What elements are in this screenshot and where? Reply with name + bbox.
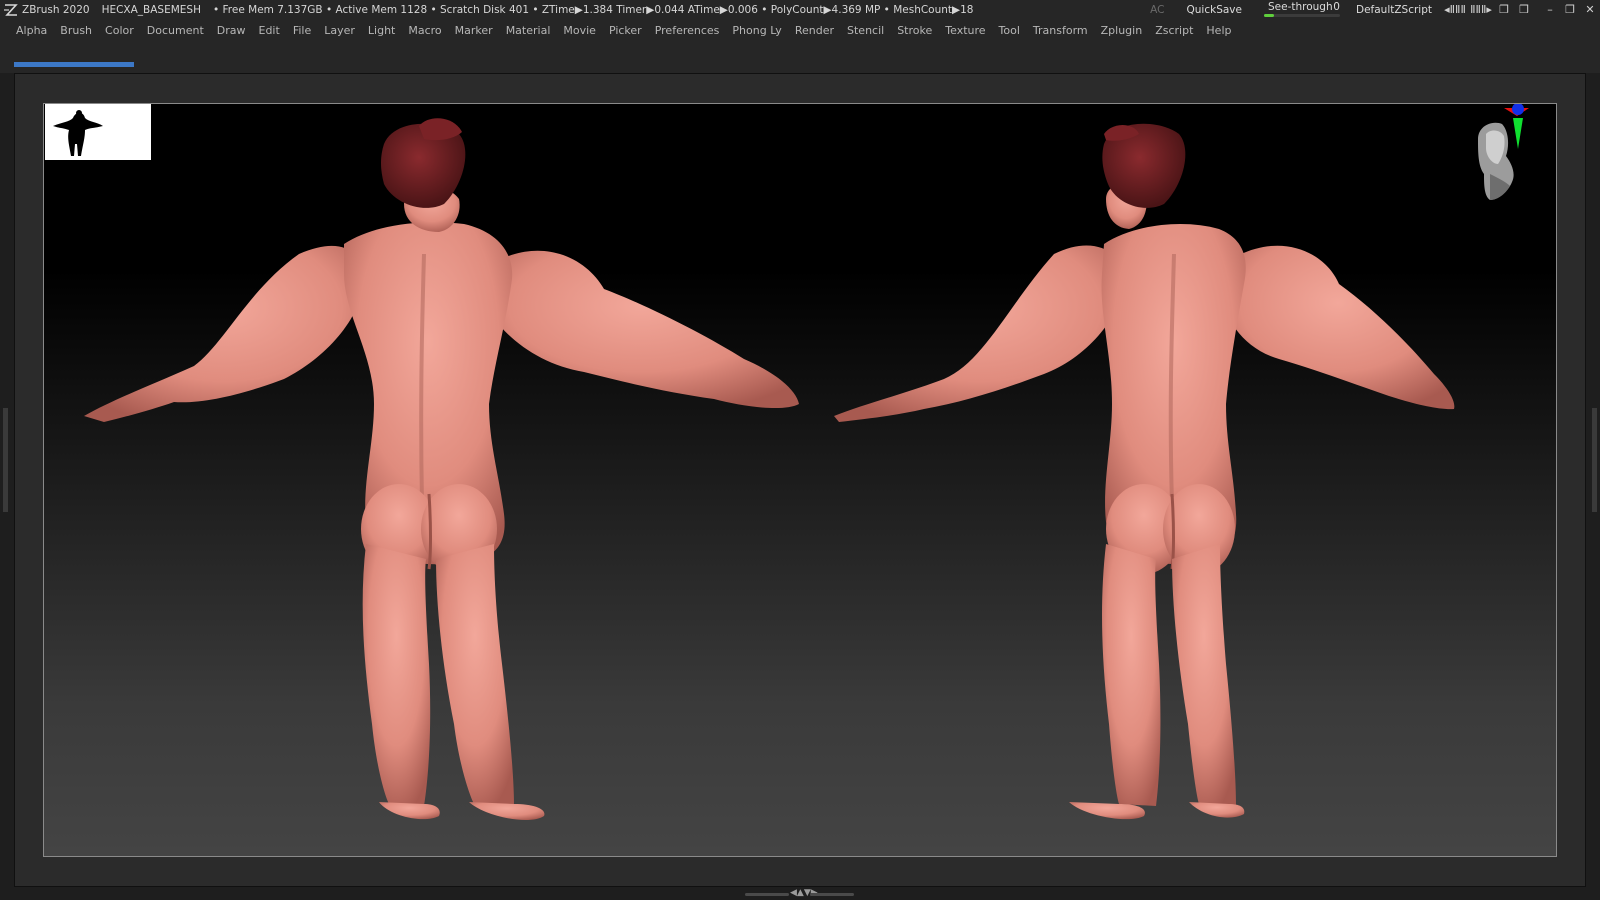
- menu-zscript[interactable]: Zscript: [1155, 24, 1193, 37]
- menu-tool[interactable]: Tool: [999, 24, 1020, 37]
- right-tray-handle[interactable]: [1592, 408, 1597, 512]
- menu-stroke[interactable]: Stroke: [897, 24, 932, 37]
- layout-next-button[interactable]: ⅡⅡⅡ▸: [1468, 0, 1494, 19]
- menu-stencil[interactable]: Stencil: [847, 24, 884, 37]
- model-viewport: [84, 118, 1455, 821]
- menu-material[interactable]: Material: [506, 24, 551, 37]
- see-through-label: See-through: [1267, 1, 1333, 13]
- document-canvas[interactable]: [43, 103, 1557, 857]
- menu-draw[interactable]: Draw: [217, 24, 246, 37]
- menu-alpha[interactable]: Alpha: [16, 24, 47, 37]
- menu-edit[interactable]: Edit: [259, 24, 280, 37]
- see-through-value: 0: [1333, 1, 1340, 13]
- bottom-tray-bar: ◀▲▼▶: [0, 887, 1600, 900]
- menu-phong-ly[interactable]: Phong Ly: [732, 24, 781, 37]
- titlebar-right-controls: AC QuickSave See-through 0 DefaultZScrip…: [1150, 0, 1600, 19]
- bottom-tray-grip-left[interactable]: [745, 893, 789, 896]
- y-axis-icon: [1513, 118, 1523, 149]
- app-name: ZBrush 2020: [22, 3, 90, 16]
- menu-marker[interactable]: Marker: [455, 24, 493, 37]
- menu-texture[interactable]: Texture: [945, 24, 985, 37]
- figure-silhouette-icon[interactable]: [45, 104, 151, 160]
- menu-help[interactable]: Help: [1206, 24, 1231, 37]
- progress-fill: [14, 62, 134, 67]
- bottom-tray-grip-right[interactable]: [810, 893, 854, 896]
- figure-back-view-right: [834, 123, 1455, 820]
- menu-light[interactable]: Light: [368, 24, 395, 37]
- menu-zplugin[interactable]: Zplugin: [1101, 24, 1143, 37]
- title-bar: ZBrush 2020 HECXA_BASEMESH • Free Mem 7.…: [0, 0, 1600, 19]
- menu-transform[interactable]: Transform: [1033, 24, 1088, 37]
- menu-preferences[interactable]: Preferences: [655, 24, 720, 37]
- menu-layer[interactable]: Layer: [324, 24, 355, 37]
- zbrush-logo-icon[interactable]: [3, 3, 19, 17]
- see-through-track: [1263, 14, 1340, 17]
- head-nav-icon[interactable]: [1472, 103, 1556, 214]
- ac-toggle[interactable]: AC: [1150, 4, 1164, 16]
- menu-picker[interactable]: Picker: [609, 24, 642, 37]
- figure-back-view-left: [84, 118, 799, 821]
- progress-strip: [0, 41, 1600, 73]
- menu-bar: Alpha Brush Color Document Draw Edit File Layer…: [0, 19, 1600, 41]
- minimize-button[interactable]: –: [1540, 0, 1560, 19]
- ui-swap-icon[interactable]: ❒: [1514, 0, 1534, 19]
- see-through-fill: [1263, 14, 1274, 17]
- left-tray-handle[interactable]: [3, 408, 8, 512]
- project-name: HECXA_BASEMESH: [101, 3, 201, 16]
- menu-color[interactable]: Color: [105, 24, 134, 37]
- menu-macro[interactable]: Macro: [408, 24, 441, 37]
- menu-document[interactable]: Document: [147, 24, 204, 37]
- layout-prev-button[interactable]: ◂ⅡⅡⅡ: [1442, 0, 1468, 19]
- menu-render[interactable]: Render: [795, 24, 834, 37]
- quicksave-button[interactable]: QuickSave: [1187, 4, 1242, 16]
- restore-button[interactable]: ❐: [1560, 0, 1580, 19]
- menu-movie[interactable]: Movie: [563, 24, 596, 37]
- menu-file[interactable]: File: [293, 24, 311, 37]
- memory-stats: • Free Mem 7.137GB • Active Mem 1128 • S…: [213, 3, 974, 16]
- see-through-slider[interactable]: See-through 0: [1263, 0, 1340, 19]
- menu-brush[interactable]: Brush: [60, 24, 92, 37]
- ui-layout-icon[interactable]: ❐: [1494, 0, 1514, 19]
- close-button[interactable]: ✕: [1580, 0, 1600, 19]
- default-zscript-button[interactable]: DefaultZScript: [1356, 4, 1432, 16]
